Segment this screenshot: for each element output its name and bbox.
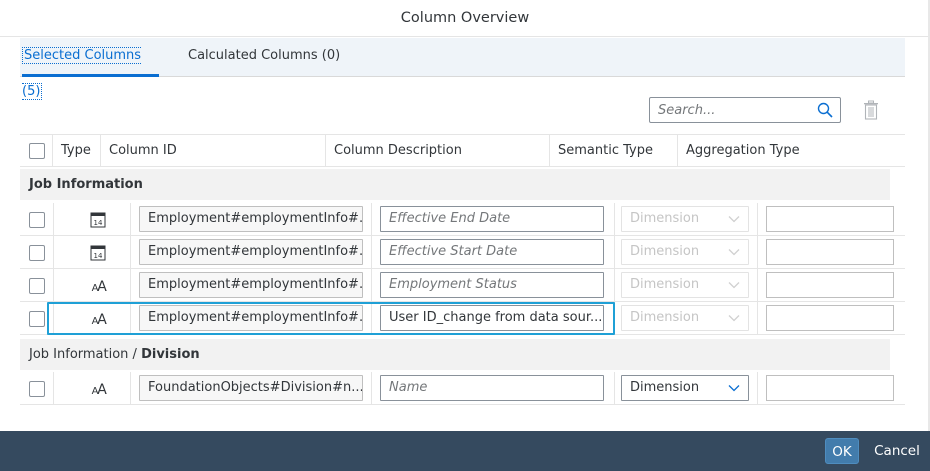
delete-icon[interactable] [862,100,880,120]
aggregation-type-field[interactable] [766,206,894,232]
header-aggregation-type[interactable]: Aggregation Type [678,135,905,166]
chevron-down-icon [728,315,740,322]
text-type-icon: AA [92,279,108,295]
aggregation-type-field[interactable] [766,272,894,298]
calendar-icon: 14 [90,212,106,228]
column-overview-dialog: Column Overview Selected Columns (5) Cal… [0,0,930,471]
dialog-footer [0,431,930,471]
column-id-field: Employment#employmentInfo#... [139,239,363,265]
table-row: AA Employment#employmentInfo#... User ID… [20,302,905,335]
dialog-title: Column Overview [0,0,930,37]
description-field[interactable]: Effective End Date [380,206,604,232]
group-header: Job Information [20,169,890,200]
tab-bar: Selected Columns (5) Calculated Columns … [20,38,905,100]
semantic-type-select: Dimension [621,305,749,331]
search-input[interactable] [658,101,808,119]
search-field[interactable] [649,97,841,123]
semantic-type-select: Dimension [621,206,749,232]
group-prefix: Job Information / [29,347,142,362]
aggregation-type-field[interactable] [766,239,894,265]
semantic-type-select[interactable]: Dimension [621,375,749,401]
table-row: AA FoundationObjects#Division#n... Name … [20,372,905,405]
ok-button[interactable]: OK [825,438,859,464]
table-header: Type Column ID Column Description Semant… [20,134,905,167]
search-icon[interactable] [817,102,833,118]
semantic-type-select: Dimension [621,239,749,265]
semantic-type-value: Dimension [630,380,700,395]
description-field[interactable]: Employment Status [380,272,604,298]
row-checkbox[interactable] [29,212,45,228]
cancel-button[interactable]: Cancel [869,438,925,464]
header-column-description[interactable]: Column Description [326,135,550,166]
description-field[interactable]: Name [380,375,604,401]
header-semantic-type[interactable]: Semantic Type [550,135,678,166]
tab-calculated-columns[interactable]: Calculated Columns (0) [188,38,340,77]
column-id-field: Employment#employmentInfo#... [139,206,363,232]
semantic-type-value: Dimension [630,244,700,259]
svg-text:14: 14 [94,252,103,260]
table-row: 14 Employment#employmentInfo#... Effecti… [20,203,905,236]
svg-text:A: A [97,312,107,328]
column-id-field: Employment#employmentInfo#... [139,305,363,331]
chevron-down-icon [728,282,740,289]
text-type-icon: AA [92,382,108,398]
chevron-down-icon [728,249,740,256]
semantic-type-value: Dimension [630,310,700,325]
header-type[interactable]: Type [53,135,101,166]
select-all-checkbox[interactable] [29,143,45,159]
semantic-type-value: Dimension [630,277,700,292]
svg-text:A: A [97,279,107,295]
semantic-type-select: Dimension [621,272,749,298]
calendar-icon: 14 [90,245,106,261]
table-row: 14 Employment#employmentInfo#... Effecti… [20,236,905,269]
text-type-icon: AA [92,312,108,328]
svg-text:14: 14 [94,219,103,227]
semantic-type-value: Dimension [630,211,700,226]
row-checkbox[interactable] [29,311,45,327]
select-all-cell [20,135,53,166]
description-field[interactable]: Effective Start Date [380,239,604,265]
row-checkbox[interactable] [29,245,45,261]
aggregation-type-field[interactable] [766,375,894,401]
svg-text:A: A [97,382,107,398]
chevron-down-icon [728,216,740,223]
aggregation-type-field[interactable] [766,305,894,331]
group-header: Job Information / Division [20,339,890,370]
group-name: Division [141,347,200,362]
group-name: Job Information [29,177,143,192]
chevron-down-icon[interactable] [728,382,740,394]
header-column-id[interactable]: Column ID [101,135,326,166]
row-checkbox[interactable] [29,278,45,294]
tab-selected-columns[interactable]: Selected Columns (5) [22,38,159,100]
row-checkbox[interactable] [29,381,45,397]
description-field[interactable]: User ID_change from data sour... [380,305,604,331]
table-row: AA Employment#employmentInfo#... Employm… [20,269,905,302]
column-id-field: FoundationObjects#Division#n... [139,375,363,401]
column-id-field: Employment#employmentInfo#... [139,272,363,298]
tab-selected-columns-label: Selected Columns (5) [22,47,142,100]
